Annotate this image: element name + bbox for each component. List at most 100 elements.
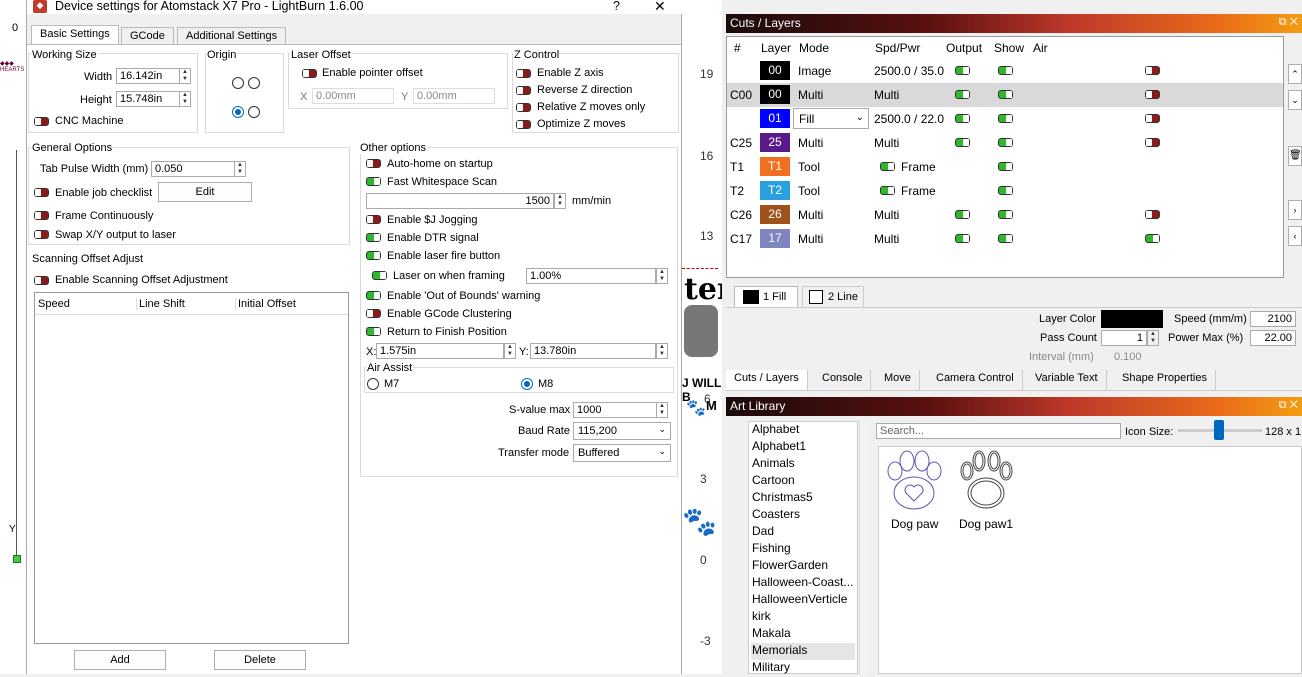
z-axis-toggle[interactable] (516, 69, 531, 78)
mode-select[interactable]: Fill ⌄ (793, 108, 869, 129)
dtr-toggle[interactable] (366, 233, 381, 242)
art-category-item[interactable]: Coasters (751, 507, 855, 524)
show-toggle[interactable] (998, 90, 1013, 99)
origin-top-left-radio[interactable] (232, 77, 244, 89)
art-category-item[interactable]: Halloween-Coast... (751, 575, 855, 592)
layer-color-swatch[interactable]: 17 (760, 229, 790, 248)
art-category-item[interactable]: kirk (751, 609, 855, 626)
show-toggle[interactable] (998, 210, 1013, 219)
art-category-item[interactable]: Fishing (751, 541, 855, 558)
air-toggle[interactable] (1145, 66, 1160, 75)
transfer-mode-select[interactable]: Buffered ⌄ (573, 444, 671, 462)
air-toggle[interactable] (1145, 114, 1160, 123)
power-max-input[interactable]: 22.00 (1250, 330, 1296, 346)
height-input[interactable]: 15.748in (116, 91, 180, 107)
output-toggle[interactable] (955, 66, 970, 75)
finish-x-spinner[interactable]: ▲ ▼ (504, 343, 516, 359)
output-toggle[interactable] (955, 114, 970, 123)
layer-color-swatch[interactable]: T2 (760, 181, 790, 200)
show-toggle[interactable] (998, 138, 1013, 147)
add-button[interactable]: Add (74, 650, 166, 670)
art-category-item[interactable]: Makala (751, 626, 855, 643)
finish-x-input[interactable]: 1.575in (376, 343, 504, 359)
tab-move[interactable]: Move (876, 370, 920, 390)
layer-row[interactable]: 01 Fill ⌄ 2500.0 / 22.0 (727, 107, 1283, 131)
output-toggle[interactable] (955, 234, 970, 243)
layer-color-swatch[interactable] (1101, 310, 1163, 328)
swap-xy-toggle[interactable] (34, 230, 49, 239)
edit-checklist-button[interactable]: Edit (158, 182, 252, 202)
svalue-spinner[interactable]: ▲ ▼ (656, 402, 668, 418)
art-category-item[interactable]: Military (751, 660, 855, 677)
category-scrollbar[interactable] (859, 421, 868, 674)
art-category-item[interactable]: Alphabet (751, 422, 855, 439)
output-toggle[interactable] (955, 138, 970, 147)
pass-count-input[interactable]: 1 (1101, 330, 1147, 346)
delete-button[interactable]: Delete (214, 650, 306, 670)
frame-toggle[interactable] (880, 186, 895, 195)
fire-button-toggle[interactable] (366, 251, 381, 260)
finish-y-spinner[interactable]: ▲ ▼ (656, 343, 668, 359)
tab-basic-settings[interactable]: Basic Settings (31, 25, 119, 45)
tab-camera-control[interactable]: Camera Control (928, 370, 1023, 390)
art-category-item[interactable]: Animals (751, 456, 855, 473)
move-up-button[interactable]: ⌃ (1288, 64, 1302, 84)
art-category-item[interactable]: HalloweenVerticle (751, 592, 855, 609)
gcode-cluster-toggle[interactable] (366, 309, 381, 318)
art-category-item[interactable]: Christmas5 (751, 490, 855, 507)
width-input[interactable]: 16.142in (116, 68, 180, 84)
fast-whitespace-toggle[interactable] (366, 177, 381, 186)
offset-y-input[interactable]: 0.00mm (413, 88, 495, 104)
layer-row[interactable]: C00 00 Multi Multi (727, 83, 1283, 107)
laser-framing-spinner[interactable]: ▲ ▼ (656, 268, 668, 284)
art-category-item[interactable]: FlowerGarden (751, 558, 855, 575)
m8-radio[interactable] (521, 378, 533, 390)
art-category-item[interactable]: Dad (751, 524, 855, 541)
origin-bottom-right-radio[interactable] (248, 106, 260, 118)
width-spinner[interactable]: ▲ ▼ (179, 68, 191, 84)
air-toggle[interactable] (1145, 234, 1160, 243)
cnc-machine-toggle[interactable] (34, 117, 49, 126)
svalue-input[interactable]: 1000 (573, 402, 657, 418)
pass-spinner[interactable]: ▲ ▼ (1147, 330, 1159, 346)
finish-y-input[interactable]: 13.780in (530, 343, 656, 359)
tab-shape-properties[interactable]: Shape Properties (1114, 370, 1216, 390)
show-toggle[interactable] (998, 66, 1013, 75)
layer-color-swatch[interactable]: 26 (760, 205, 790, 224)
optimize-z-toggle[interactable] (516, 120, 531, 129)
whitespace-speed-input[interactable]: 1500 (366, 193, 554, 209)
laser-framing-input[interactable]: 1.00% (526, 268, 656, 284)
show-toggle[interactable] (998, 162, 1013, 171)
air-toggle[interactable] (1145, 90, 1160, 99)
layer-row[interactable]: T2 T2 Tool Frame (727, 179, 1283, 203)
art-item[interactable] (953, 449, 1021, 519)
art-category-item[interactable]: Memorials (751, 643, 855, 660)
job-checklist-toggle[interactable] (34, 188, 49, 197)
m7-radio[interactable] (367, 378, 379, 390)
chevron-right-icon[interactable]: › (1288, 200, 1302, 220)
show-toggle[interactable] (998, 234, 1013, 243)
subtab-fill[interactable]: 1 Fill (734, 286, 798, 308)
air-toggle[interactable] (1145, 138, 1160, 147)
layer-row[interactable]: C17 17 Multi Multi (727, 227, 1283, 251)
art-item[interactable] (881, 449, 949, 519)
tab-pulse-spinner[interactable]: ▲ ▼ (234, 161, 246, 177)
close-button[interactable]: ✕ (654, 0, 666, 15)
whitespace-speed-spinner[interactable]: ▲ ▼ (554, 193, 566, 209)
art-category-item[interactable]: Cartoon (751, 473, 855, 490)
layer-color-swatch[interactable]: 25 (760, 133, 790, 152)
origin-bottom-left-radio[interactable] (232, 106, 244, 118)
layer-row[interactable]: C26 26 Multi Multi (727, 203, 1283, 227)
pointer-offset-toggle[interactable] (302, 69, 317, 78)
auto-home-toggle[interactable] (366, 159, 381, 168)
float-icon[interactable]: ⧉ ✕ (1279, 399, 1298, 412)
laser-framing-toggle[interactable] (372, 271, 387, 280)
origin-top-right-radio[interactable] (248, 77, 260, 89)
sj-jogging-toggle[interactable] (366, 215, 381, 224)
height-spinner[interactable]: ▲ ▼ (179, 91, 191, 107)
help-button[interactable]: ? (613, 0, 620, 13)
speed-input[interactable]: 2100 (1250, 311, 1296, 327)
move-down-button[interactable]: ⌄ (1288, 90, 1302, 110)
tab-variable-text[interactable]: Variable Text (1027, 370, 1107, 390)
chevron-left-icon[interactable]: ‹ (1288, 226, 1302, 246)
